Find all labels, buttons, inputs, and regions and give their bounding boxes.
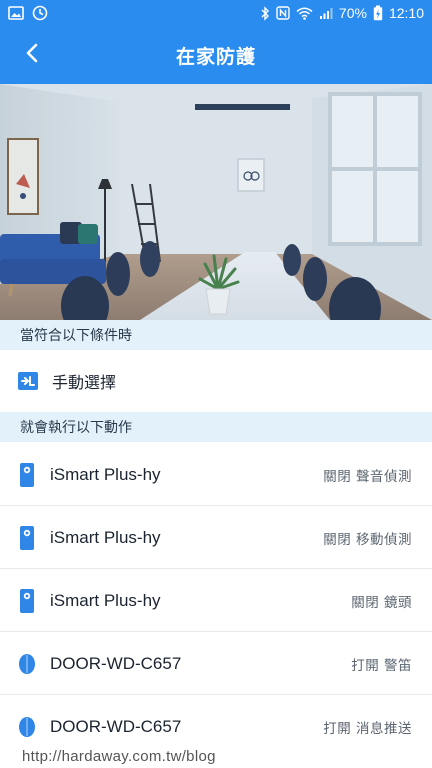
device-name: iSmart Plus-hy	[50, 527, 161, 547]
battery-percentage: 70%	[338, 5, 367, 21]
wifi-icon	[296, 7, 313, 20]
cellular-signal-icon	[319, 7, 333, 20]
device-name: iSmart Plus-hy	[50, 590, 161, 610]
sync-notification-icon	[32, 5, 48, 21]
nfc-icon	[276, 6, 290, 20]
action-row[interactable]: iSmart Plus-hy 關閉 移動偵測	[0, 506, 432, 569]
actions-section-header: 就會執行以下動作	[0, 412, 432, 442]
conditions-section-header: 當符合以下條件時	[0, 320, 432, 350]
device-name: DOOR-WD-C657	[50, 653, 182, 673]
action-value: 打開 消息推送	[323, 720, 412, 737]
bluetooth-icon	[260, 5, 270, 21]
door-sensor-icon	[18, 716, 36, 737]
door-sensor-icon	[18, 653, 36, 674]
back-button[interactable]	[12, 35, 52, 75]
watermark-text: http://hardaway.com.tw/blog	[20, 748, 218, 765]
chevron-left-icon	[25, 43, 39, 67]
action-row[interactable]: iSmart Plus-hy 關閉 鏡頭	[0, 569, 432, 632]
trigger-manual-select-row[interactable]: 手動選擇	[0, 350, 432, 412]
app-bar: 在家防護	[0, 26, 432, 84]
action-value: 打開 警笛	[351, 657, 412, 674]
camera-device-icon	[18, 525, 36, 550]
action-value: 關閉 移動偵測	[323, 531, 412, 548]
camera-device-icon	[18, 462, 36, 487]
trigger-label: 手動選擇	[52, 373, 117, 392]
device-name: DOOR-WD-C657	[50, 716, 182, 736]
manual-select-icon	[18, 372, 38, 390]
scene-cover-image	[0, 84, 432, 320]
battery-charging-icon	[373, 5, 383, 21]
device-name: iSmart Plus-hy	[50, 464, 161, 484]
page-title: 在家防護	[175, 45, 256, 68]
status-bar: 70% 12:10	[0, 0, 432, 26]
action-value: 關閉 鏡頭	[351, 594, 412, 611]
clock: 12:10	[388, 5, 424, 21]
action-row[interactable]: DOOR-WD-C657 打開 警笛	[0, 632, 432, 695]
action-value: 關閉 聲音偵測	[323, 468, 412, 485]
image-notification-icon	[8, 6, 24, 20]
action-row[interactable]: iSmart Plus-hy 關閉 聲音偵測	[0, 443, 432, 506]
camera-device-icon	[18, 588, 36, 613]
